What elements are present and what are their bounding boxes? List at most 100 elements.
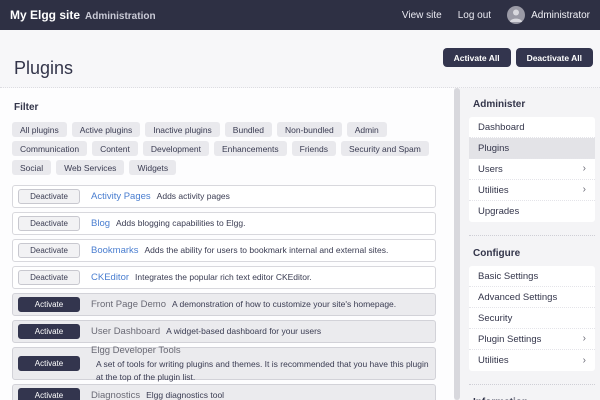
plugin-info: CKEditorIntegrates the popular rich text… (91, 272, 312, 283)
plugin-name[interactable]: Bookmarks (91, 245, 139, 256)
plugin-name: Elgg Developer Tools (91, 344, 435, 358)
plugin-row: Activate Front Page Demo A demonstration o… (12, 293, 436, 316)
sidebar-section-title: Administer (473, 99, 595, 110)
plugin-description: A widget-based dashboard for your users (166, 326, 321, 336)
chevron-right-icon: › (583, 185, 586, 195)
sidebar-item-label: Dashboard (478, 122, 524, 133)
admin-context-label: Administration (85, 11, 156, 22)
plugin-description: Elgg diagnostics tool (146, 390, 224, 400)
filter-tag-inactive-plugins[interactable]: Inactive plugins (145, 122, 220, 137)
deactivate-button[interactable]: Deactivate (18, 216, 80, 231)
filter-tag-web-services[interactable]: Web Services (56, 160, 124, 175)
plugin-description: A demonstration of how to customize your… (172, 299, 396, 309)
filter-tag-non-bundled[interactable]: Non-bundled (277, 122, 342, 137)
plugin-info: Front Page Demo A demonstration of how to… (91, 299, 396, 310)
person-icon[interactable] (507, 6, 525, 24)
main-panel: Filter All pluginsActive pluginsInactive… (0, 88, 454, 400)
filter-tag-development[interactable]: Development (143, 141, 209, 156)
page-title: Plugins (14, 58, 73, 79)
plugin-name: Diagnostics (91, 390, 140, 400)
plugin-row: Deactivate BlogAdds blogging capabilities… (12, 212, 436, 235)
activate-all-button[interactable]: Activate All (443, 48, 511, 67)
sidebar-item-label: Basic Settings (478, 271, 538, 282)
sidebar-item-upgrades[interactable]: Upgrades (469, 201, 595, 222)
deactivate-button[interactable]: Deactivate (18, 270, 80, 285)
topbar-actions: View site Log out Administrator (402, 6, 590, 24)
sidebar-item-label: Utilities (478, 355, 509, 366)
filter-tag-content[interactable]: Content (92, 141, 138, 156)
filter-tag-widgets[interactable]: Widgets (129, 160, 176, 175)
chevron-right-icon: › (583, 356, 586, 366)
activate-button[interactable]: Activate (18, 297, 80, 312)
page-header: Plugins Activate All Deactivate All (0, 30, 600, 88)
plugin-row: Activate Diagnostics Elgg diagnostics tool (12, 384, 436, 400)
chevron-right-icon: › (583, 164, 586, 174)
filter-tag-security-and-spam[interactable]: Security and Spam (341, 141, 429, 156)
sidebar-item-advanced-settings[interactable]: Advanced Settings (469, 287, 595, 308)
sidebar-section-information: InformationCronStatistics (469, 384, 595, 400)
header-actions: Activate All Deactivate All (443, 48, 593, 67)
chevron-right-icon: › (583, 334, 586, 344)
sidebar-item-plugins[interactable]: Plugins (469, 138, 595, 159)
site-title-link[interactable]: My Elgg site (10, 8, 80, 22)
sidebar-menu-box: Basic Settings Advanced Settings Security P… (469, 266, 595, 371)
deactivate-all-button[interactable]: Deactivate All (516, 48, 593, 67)
sidebar-item-label: Advanced Settings (478, 292, 557, 303)
log-out-link[interactable]: Log out (458, 10, 491, 21)
sidebar-menu-box: Dashboard Plugins Users › Utilities › Upgrades (469, 117, 595, 222)
filter-tags: All plugins Active plugins Inactive plugin… (12, 122, 447, 175)
plugin-description: A set of tools for writing plugins and t… (96, 358, 435, 384)
activate-button[interactable]: Activate (18, 324, 80, 339)
filter-tag-enhancements[interactable]: Enhancements (214, 141, 287, 156)
sidebar-section-configure: Configure Basic Settings Advanced Settings… (469, 235, 595, 371)
sidebar-item-label: Plugin Settings (478, 334, 541, 345)
username-menu[interactable]: Administrator (531, 10, 590, 21)
plugin-row: Deactivate Activity Pages Adds activity pa… (12, 185, 436, 208)
filter-tag-active-plugins[interactable]: Active plugins (72, 122, 140, 137)
sidebar-item-utilities[interactable]: Utilities › (469, 180, 595, 201)
filter-tag-admin[interactable]: Admin (347, 122, 387, 137)
plugin-info: User DashboardA widget-based dashboard f… (91, 326, 321, 337)
filter-tag-bundled[interactable]: Bundled (225, 122, 272, 137)
filter-tag-friends[interactable]: Friends (292, 141, 336, 156)
plugin-info: BlogAdds blogging capabilities to Elgg. (91, 218, 246, 229)
filter-tag-communication[interactable]: Communication (12, 141, 87, 156)
plugin-row: Deactivate Bookmarks Adds the ability for … (12, 239, 436, 262)
topbar: My Elgg site Administration View site Lo… (0, 0, 600, 30)
filter-tag-all-plugins[interactable]: All plugins (12, 122, 67, 137)
sidebar-item-users[interactable]: Users › (469, 159, 595, 180)
sidebar-item-basic-settings[interactable]: Basic Settings (469, 266, 595, 287)
plugin-info: Bookmarks Adds the ability for users to b… (91, 245, 388, 256)
sidebar: AdministerDashboardPluginsUsers›Utilitie… (460, 88, 600, 400)
plugin-row: ActivateElgg Developer ToolsA set of too… (12, 347, 436, 380)
sidebar-item-label: Users (478, 164, 503, 175)
filter-tag-social[interactable]: Social (12, 160, 51, 175)
plugin-description: Adds the ability for users to bookmark i… (145, 245, 389, 255)
plugin-list: Deactivate Activity Pages Adds activity pa… (12, 185, 454, 400)
plugin-name[interactable]: CKEditor (91, 272, 129, 283)
activate-button[interactable]: Activate (18, 356, 80, 371)
sidebar-item-label: Security (478, 313, 512, 324)
sidebar-item-utilities[interactable]: Utilities › (469, 350, 595, 371)
plugin-info: Activity Pages Adds activity pages (91, 191, 230, 202)
plugin-row: Activate User DashboardA widget-based das… (12, 320, 436, 343)
content-area: Filter All pluginsActive pluginsInactive… (0, 88, 600, 400)
sidebar-section-title: Configure (473, 248, 595, 259)
plugin-description: Adds activity pages (157, 191, 230, 201)
view-site-link[interactable]: View site (402, 10, 442, 21)
deactivate-button[interactable]: Deactivate (18, 189, 80, 204)
sidebar-item-security[interactable]: Security (469, 308, 595, 329)
plugin-name: Front Page Demo (91, 299, 166, 310)
sidebar-item-plugin-settings[interactable]: Plugin Settings › (469, 329, 595, 350)
sidebar-item-label: Utilities (478, 185, 509, 196)
deactivate-button[interactable]: Deactivate (18, 243, 80, 258)
plugin-name[interactable]: Blog (91, 218, 110, 229)
topbar-branding: My Elgg site Administration (10, 8, 156, 22)
sidebar-section-administer: AdministerDashboardPluginsUsers›Utilitie… (469, 99, 595, 222)
plugin-name[interactable]: Activity Pages (91, 191, 151, 202)
plugin-info: Diagnostics Elgg diagnostics tool (91, 390, 224, 400)
plugin-row: Deactivate CKEditorIntegrates the popular… (12, 266, 436, 289)
sidebar-item-dashboard[interactable]: Dashboard (469, 117, 595, 138)
plugin-info: Elgg Developer ToolsA set of tools for w… (91, 344, 435, 384)
activate-button[interactable]: Activate (18, 388, 80, 400)
